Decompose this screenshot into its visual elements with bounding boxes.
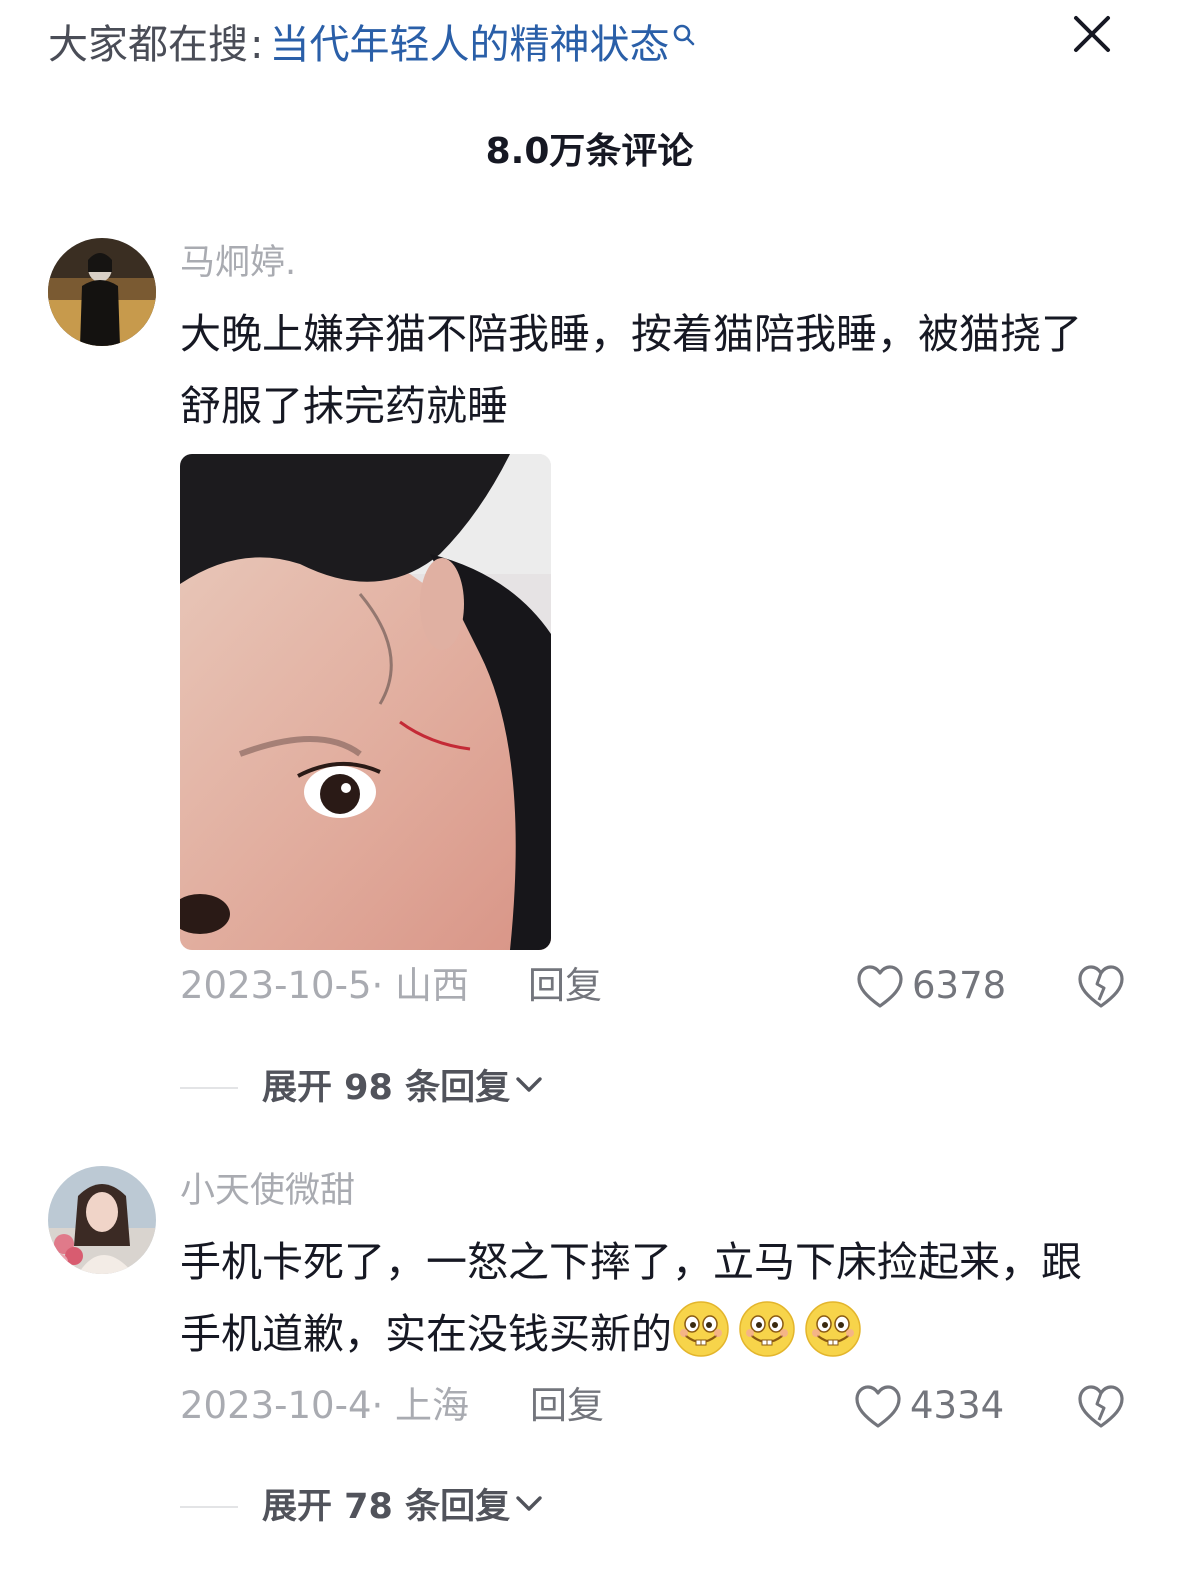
smirk-emoji-icon <box>739 1301 795 1357</box>
divider <box>180 1506 238 1508</box>
expand-replies-label: 展开 98 条回复 <box>262 1068 511 1108</box>
close-icon[interactable] <box>1068 10 1116 58</box>
divider <box>180 1087 238 1089</box>
broken-heart-icon[interactable] <box>1077 1384 1125 1430</box>
comment-meta: 2023-10-5· 山西 回复 6378 <box>180 956 1140 1016</box>
smirk-emoji-icon <box>805 1301 861 1357</box>
search-icon <box>674 24 695 46</box>
search-hint-prefix: 大家都在搜 <box>48 22 248 68</box>
expand-replies-label: 展开 78 条回复 <box>262 1487 511 1527</box>
comment-date-location: 2023-10-4· 上海 <box>180 1384 470 1427</box>
chevron-down-icon <box>516 1496 542 1511</box>
comment-username[interactable]: 小天使微甜 <box>180 1168 355 1214</box>
avatar[interactable] <box>48 1166 156 1274</box>
like-count: 6378 <box>912 964 1007 1007</box>
expand-replies-button[interactable]: 展开 78 条回复 <box>262 1480 544 1534</box>
comment-count-title: 8.0万条评论 <box>485 131 694 172</box>
search-hint-separator: : <box>250 22 264 68</box>
expand-replies-row: 展开 78 条回复 <box>180 1480 780 1534</box>
comment-username[interactable]: 马炯婷. <box>180 240 296 286</box>
expand-replies-button[interactable]: 展开 98 条回复 <box>262 1061 544 1115</box>
reply-button[interactable]: 回复 <box>530 1382 604 1430</box>
search-hint-keyword[interactable]: 当代年轻人的精神状态 <box>269 22 669 68</box>
comment-text: 手机卡死了，一怒之下摔了，立马下床捡起来，跟手机道歉，实在没钱买新的 <box>180 1226 1120 1370</box>
comment-text: 大晚上嫌弃猫不陪我睡，按着猫陪我睡，被猫挠了舒服了抹完药就睡 <box>180 310 1082 430</box>
comment-meta: 2023-10-4· 上海 回复 4334 <box>180 1376 1140 1436</box>
reply-button[interactable]: 回复 <box>528 962 602 1010</box>
heart-icon <box>857 965 903 1008</box>
chevron-down-icon <box>516 1077 542 1092</box>
broken-heart-icon[interactable] <box>1077 964 1125 1010</box>
expand-replies-row: 展开 98 条回复 <box>180 1061 780 1115</box>
search-hint-bar: 大家都在搜: 当代年轻人的精神状态 <box>0 0 1179 92</box>
search-suggestion[interactable]: 大家都在搜: 当代年轻人的精神状态 <box>48 18 697 72</box>
avatar[interactable] <box>48 238 156 346</box>
heart-icon <box>855 1385 901 1428</box>
smirk-emoji-icon <box>673 1301 729 1357</box>
comment-image[interactable] <box>180 454 551 950</box>
comment-date-location: 2023-10-5· 山西 <box>180 964 470 1007</box>
comment-text-content: 手机卡死了，一怒之下摔了，立马下床捡起来，跟手机道歉，实在没钱买新的 <box>180 1238 1082 1358</box>
like-count: 4334 <box>910 1384 1005 1427</box>
